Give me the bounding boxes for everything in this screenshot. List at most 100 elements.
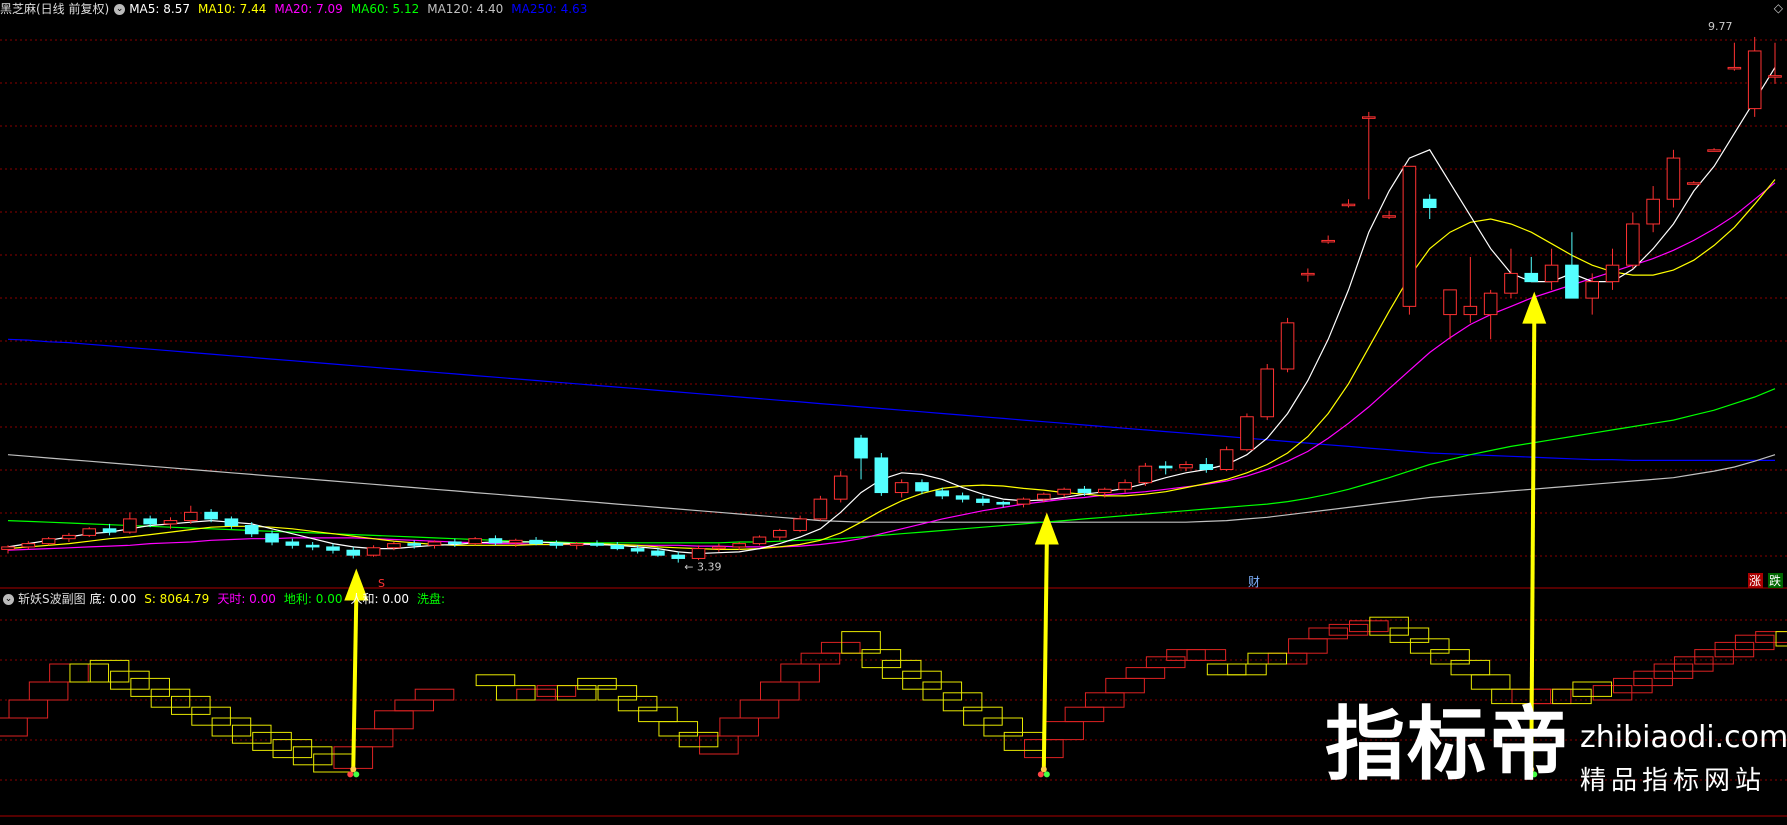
signal-dot [353, 771, 360, 778]
candle-body-up [427, 541, 442, 546]
legend-dropdown-icon[interactable]: ⌄ [114, 4, 126, 15]
signal-dot [1043, 771, 1050, 778]
candle-body-down [1077, 488, 1092, 494]
candle-body-down [305, 544, 320, 548]
candle-body-down [529, 539, 543, 545]
sub-legend-item-5: 洗盘: [417, 592, 446, 606]
candle-body-down [976, 498, 990, 503]
candle-body-up [1057, 488, 1071, 495]
candle-body-up [1219, 449, 1234, 470]
candle-body-down [265, 533, 279, 543]
candle-body-down [224, 518, 239, 527]
main-legend-item-0: MA5: 8.57 [129, 2, 190, 16]
candle-body-up [1361, 116, 1376, 119]
candle-body-up [1504, 272, 1518, 294]
watermark-logo: 指标帝 [1325, 698, 1571, 791]
main-legend-item-4: MA120: 4.40 [427, 2, 504, 16]
candle-body-down [854, 437, 868, 459]
candle [468, 537, 482, 546]
candle-body-up [1747, 50, 1762, 110]
candle-body-down [346, 549, 361, 556]
candle-body-up [772, 529, 787, 538]
sub-legend-item-4: 人和: 0.00 [350, 592, 410, 606]
candle-body-up [569, 543, 584, 546]
candle-body-down [1565, 264, 1579, 299]
candle-body-up [793, 518, 807, 531]
candle-body-up [691, 548, 706, 559]
candle-body-up [1646, 198, 1660, 225]
candle-body-up [62, 534, 76, 540]
candle-body-up [1037, 493, 1051, 500]
sub-indicator-name[interactable]: 斩妖S波副图 [18, 592, 86, 606]
candle-body-down [244, 525, 259, 535]
candle-body-down [996, 501, 1011, 505]
candle-body-down [955, 495, 970, 500]
candle-body-up [163, 520, 178, 525]
candle-body-up [1585, 281, 1600, 299]
candle-body-up [1727, 66, 1742, 70]
candle-body-up [1179, 464, 1193, 469]
candle-body-down [549, 543, 564, 546]
main-legend-item-3: MA60: 5.12 [350, 2, 420, 16]
candle-body-down [143, 518, 157, 525]
candle-body-up [1666, 157, 1681, 200]
candle-body-up [1097, 488, 1112, 494]
candle-body-up [1016, 498, 1031, 505]
die-marker: 跌 [1769, 573, 1781, 588]
candle-body-up [21, 543, 36, 548]
candle [1666, 149, 1681, 208]
sub-legend-item-2: 天时: 0.00 [217, 592, 276, 606]
candle-body-up [894, 482, 909, 494]
candle-body-up [41, 538, 56, 545]
candle-body-up [1, 546, 15, 550]
candle-body-down [610, 544, 625, 550]
candle-body-up [366, 547, 381, 556]
candle-body-up [1301, 272, 1315, 276]
candle-body-up [1240, 416, 1254, 451]
candle-body-up [1463, 305, 1478, 316]
candle-body-down [204, 511, 218, 520]
sub-legend-item-3: 地利: 0.00 [283, 592, 343, 606]
main-legend: 黑芝麻(日线 前复权) ⌄ MA5: 8.57 MA10: 7.44 MA20: 7.0… [0, 0, 603, 18]
candle-body-up [82, 528, 97, 536]
price-low-label: ← 3.39 [684, 561, 721, 574]
watermark-url: zhibiaodi.com [1580, 720, 1787, 755]
signal-dot [1037, 771, 1044, 778]
candle-body-up [1686, 182, 1701, 185]
candle-body-down [407, 543, 422, 546]
cai-marker: 财 [1248, 575, 1260, 589]
price-high-label: 9.77 [1708, 20, 1733, 33]
candle-body-down [1199, 464, 1214, 470]
candle-body-up [712, 546, 726, 550]
candle-body-down [651, 550, 665, 556]
candle-body-up [508, 539, 523, 544]
candle [1402, 165, 1417, 315]
candle-body-down [915, 482, 929, 492]
corner-icons[interactable]: ◇ [1774, 1, 1783, 15]
candle-body-up [468, 538, 482, 545]
candle-body-up [1280, 322, 1295, 370]
candle [833, 471, 848, 503]
candle-body-down [488, 538, 503, 544]
signal-dot [350, 766, 357, 773]
sub-legend-item-0: 底: 0.00 [89, 592, 137, 606]
candle-body-up [1707, 149, 1721, 152]
candle-body-up [1605, 264, 1620, 283]
candle-body-down [326, 546, 340, 551]
candle-body-down [1524, 272, 1539, 283]
candle [752, 535, 767, 546]
watermark: 指标帝 zhibiaodi.com 精品指标网站 [1325, 698, 1787, 821]
candle-body-down [285, 541, 300, 546]
candle-body-up [1260, 368, 1275, 418]
signal-dot [1040, 766, 1047, 773]
candle-body-up [1483, 292, 1498, 316]
stock-title[interactable]: 黑芝麻(日线 前复权) [0, 2, 109, 16]
candle-body-up [732, 543, 746, 548]
candle-body-down [874, 457, 889, 494]
candle-body-up [1402, 165, 1417, 307]
signal-dot [347, 771, 354, 778]
candle [82, 527, 97, 538]
sub-dropdown-icon[interactable]: ⌄ [3, 594, 14, 605]
stock-chart-stage[interactable]: 9.77 ← 3.39 S 财 涨 跌 黑芝麻(日线 前复权) ⌄ MA5: 8.5… [0, 0, 1787, 821]
watermark-sub: 精品指标网站 [1580, 766, 1767, 796]
